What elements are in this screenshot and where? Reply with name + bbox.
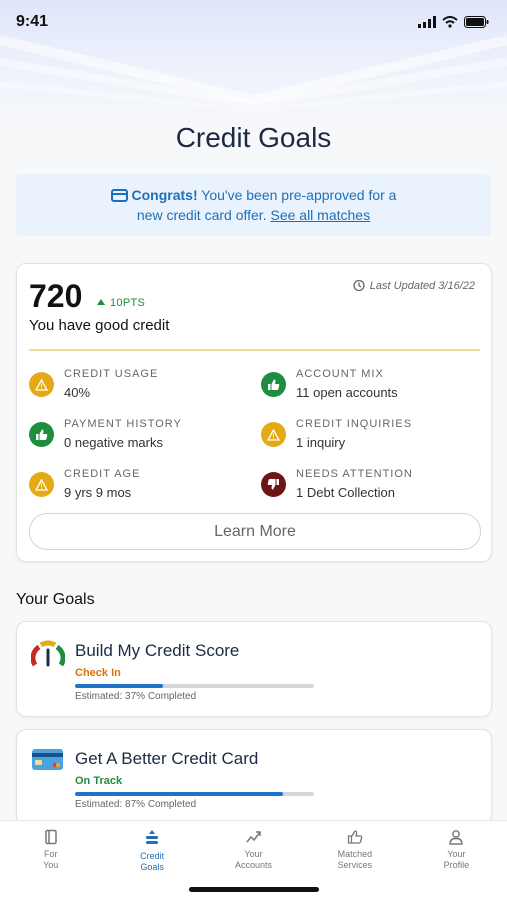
status-time: 9:41 <box>16 13 49 30</box>
factor-value: 11 open accounts <box>296 385 398 400</box>
factor-value: 0 negative marks <box>64 435 163 450</box>
tab-label: For You <box>43 849 59 870</box>
factor-value: 1 inquiry <box>296 435 346 450</box>
factor-name: Credit Inquiries <box>296 418 413 430</box>
credit-factor[interactable]: Payment History 0 negative marks <box>29 418 182 450</box>
factor-value: 1 Debt Collection <box>296 485 395 500</box>
status-icons <box>418 16 489 28</box>
factor-text: Needs Attention 1 Debt Collection <box>296 468 413 500</box>
gauge-icon <box>31 640 65 667</box>
thumbs-up-icon <box>261 372 286 397</box>
goal-progress-fill <box>75 684 164 688</box>
goal-progress-track <box>75 792 314 796</box>
warning-icon <box>261 422 286 447</box>
factor-text: Account Mix 11 open accounts <box>296 368 398 400</box>
tab-matched-services[interactable]: Matched Services <box>304 821 405 900</box>
preapproval-banner: Congrats! You've been pre-approved for a… <box>16 174 491 236</box>
tab-credit-goals[interactable]: Credit Goals <box>101 821 202 900</box>
battery-icon <box>464 16 489 28</box>
promo-message: Congrats! You've been pre-approved for a… <box>104 185 404 225</box>
credit-factor[interactable]: Credit Age 9 yrs 9 mos <box>29 468 140 500</box>
see-all-matches-link[interactable]: See all matches <box>270 207 370 223</box>
page-title: Credit Goals <box>175 122 332 153</box>
credit-factor[interactable]: Credit Inquiries 1 inquiry <box>261 418 412 450</box>
score-label: You have good credit <box>29 317 170 334</box>
up-arrow-icon <box>97 299 105 305</box>
goal-status: Check In <box>75 667 121 679</box>
warning-icon <box>29 472 54 497</box>
factor-text: Credit Inquiries 1 inquiry <box>296 418 412 450</box>
status-bar: 9:41 <box>0 0 507 44</box>
goal-title: Build My Credit Score <box>75 641 240 660</box>
goal-title: Get A Better Credit Card <box>75 749 259 768</box>
tab-label: Matched Services <box>337 849 373 870</box>
goal-estimate: Estimated: 87% Completed <box>75 799 197 810</box>
factor-value: 9 yrs 9 mos <box>64 485 132 500</box>
warning-icon <box>29 372 54 397</box>
credit-card-icon <box>110 189 128 202</box>
credit-factor[interactable]: Credit Usage 40% <box>29 368 158 400</box>
factor-name: Needs Attention <box>296 468 413 480</box>
goals-heading: Your Goals <box>16 591 95 608</box>
thumbs-up-icon <box>29 422 54 447</box>
goals-icon <box>146 830 159 844</box>
home-indicator <box>189 887 319 892</box>
credit-card-icon <box>32 749 63 770</box>
thumbs-down-icon <box>261 472 286 497</box>
last-updated: Last Updated 3/16/22 <box>352 279 475 292</box>
book-icon <box>44 829 57 845</box>
credit-factor[interactable]: Needs Attention 1 Debt Collection <box>261 468 413 500</box>
credit-score: 720 <box>29 278 83 314</box>
wifi-icon <box>442 16 458 28</box>
tab-your-profile[interactable]: Your Profile <box>406 821 507 900</box>
goal-progress-fill <box>75 792 283 796</box>
score-divider <box>29 349 480 351</box>
factor-name: Account Mix <box>296 368 384 380</box>
factor-value: 40% <box>64 385 91 400</box>
factor-name: Payment History <box>64 418 182 430</box>
tab-label: Your Accounts <box>235 849 273 870</box>
credit-score-card: 720 10PTS Last Updated 3/16/22 You have … <box>16 263 492 562</box>
goal-status: On Track <box>75 775 123 787</box>
learn-more-button[interactable]: Learn More <box>29 513 481 550</box>
last-updated-text: Last Updated 3/16/22 <box>369 279 475 292</box>
promo-bold: Congrats! <box>131 187 198 203</box>
goal-card-better-card[interactable]: Get A Better Credit Card On Track Estima… <box>16 729 492 825</box>
factor-text: Payment History 0 negative marks <box>64 418 182 450</box>
tab-label: Credit Goals <box>140 851 165 872</box>
factor-name: Credit Age <box>64 468 141 480</box>
factor-name: Credit Usage <box>64 368 159 380</box>
goal-estimate: Estimated: 37% Completed <box>75 691 197 702</box>
trend-icon <box>245 831 261 843</box>
factor-text: Credit Usage 40% <box>64 368 158 400</box>
goal-card-build-credit[interactable]: Build My Credit Score Check In Estimated… <box>16 621 492 717</box>
tab-for-you[interactable]: For You <box>0 821 101 900</box>
signal-icon <box>418 16 436 28</box>
goal-progress-track <box>75 684 314 688</box>
factor-text: Credit Age 9 yrs 9 mos <box>64 468 140 500</box>
thumbs-up-icon <box>347 830 363 844</box>
score-change: 10PTS <box>97 297 145 309</box>
person-icon <box>449 830 464 845</box>
score-change-value: 10PTS <box>110 297 146 309</box>
credit-factor[interactable]: Account Mix 11 open accounts <box>261 368 398 400</box>
tab-label: Your Profile <box>443 849 470 870</box>
history-icon <box>353 279 365 292</box>
